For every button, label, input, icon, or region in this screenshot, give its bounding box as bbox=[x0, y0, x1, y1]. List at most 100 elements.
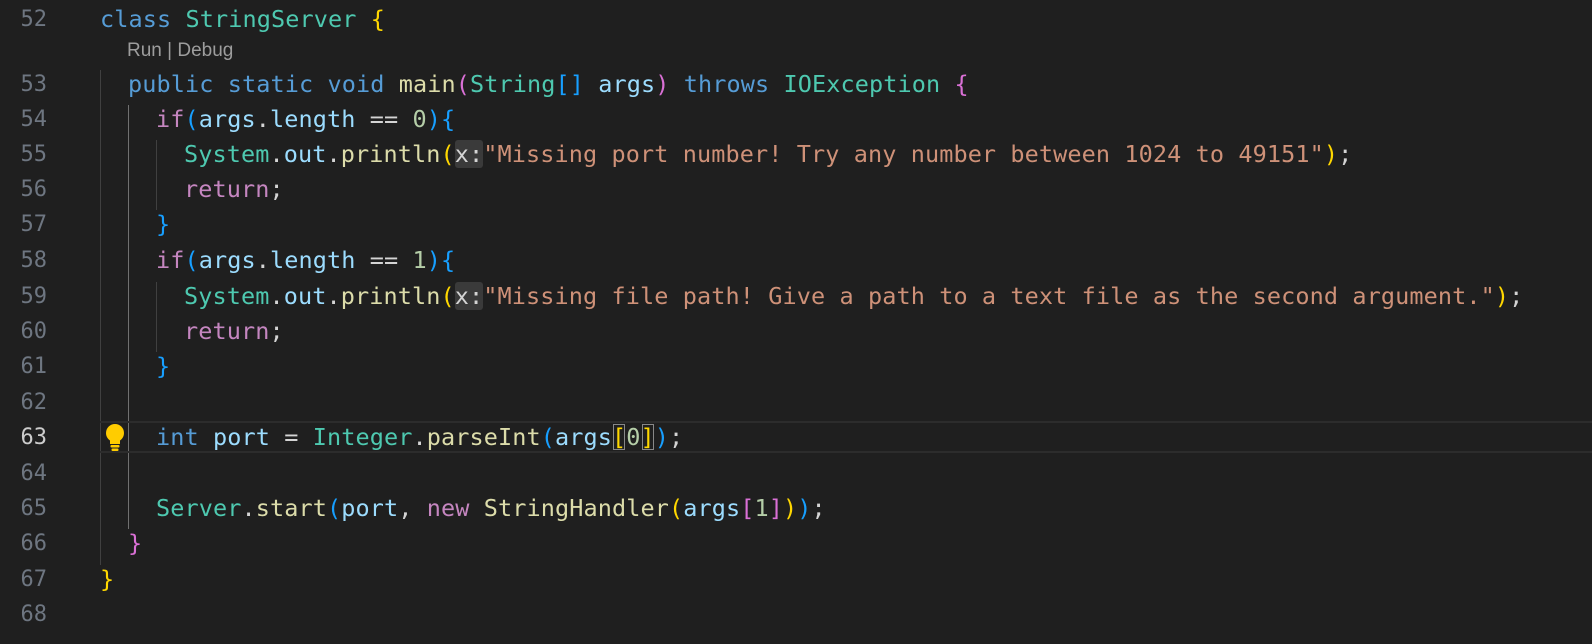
paren: ) bbox=[655, 70, 670, 98]
class-ref: System bbox=[184, 282, 270, 310]
paren: ( bbox=[184, 246, 199, 274]
type-name: String bbox=[470, 70, 556, 98]
line-number: 58 bbox=[20, 248, 48, 273]
keyword-throws: throws bbox=[683, 70, 770, 98]
field: out bbox=[283, 140, 327, 168]
keyword-return: return bbox=[184, 175, 270, 203]
paren: ) bbox=[654, 423, 669, 451]
dot: . bbox=[269, 282, 284, 310]
paren: ) bbox=[426, 105, 441, 133]
dot: . bbox=[255, 105, 270, 133]
code-line-63-active[interactable]: 63 int port = Integer.parseInt(args[0]); bbox=[0, 420, 1592, 455]
code-line-67[interactable]: 67 } bbox=[0, 562, 1592, 597]
paren: ( bbox=[540, 423, 555, 451]
line-number: 54 bbox=[20, 107, 48, 132]
code-line-64[interactable]: 64 bbox=[0, 456, 1592, 491]
variable: port bbox=[213, 423, 270, 451]
variable: port bbox=[341, 494, 399, 522]
paren: ) bbox=[782, 494, 798, 522]
lightbulb-icon[interactable] bbox=[103, 423, 127, 453]
variable: args bbox=[555, 423, 612, 451]
class-name: StringServer bbox=[185, 5, 357, 33]
keyword-void: void bbox=[327, 70, 385, 98]
code-line-52[interactable]: 52 class StringServer { bbox=[0, 2, 1592, 37]
code-line-56[interactable]: 56 return; bbox=[0, 172, 1592, 207]
code-line-62[interactable]: 62 bbox=[0, 385, 1592, 420]
code-line-65[interactable]: 65 Server.start(port, new StringHandler(… bbox=[0, 491, 1592, 526]
codelens-separator: | bbox=[161, 40, 178, 61]
keyword-static: static bbox=[227, 70, 314, 98]
keyword-if: if bbox=[156, 105, 185, 133]
constructor-call: StringHandler bbox=[483, 494, 669, 522]
line-number: 55 bbox=[20, 142, 48, 167]
semicolon: ; bbox=[269, 317, 284, 345]
paren: ( bbox=[668, 494, 684, 522]
debug-codelens-link[interactable]: Debug bbox=[177, 40, 233, 61]
line-number: 52 bbox=[20, 7, 48, 32]
run-codelens-link[interactable]: Run bbox=[127, 40, 162, 61]
line-number: 56 bbox=[20, 177, 48, 202]
paren: ( bbox=[327, 494, 342, 522]
semicolon: ; bbox=[1509, 282, 1524, 310]
method-call: println bbox=[340, 282, 441, 310]
code-line-59[interactable]: 59 System.out.println(x:"Missing file pa… bbox=[0, 279, 1592, 314]
keyword-new: new bbox=[426, 494, 470, 522]
string-literal: "Missing port number! Try any number bet… bbox=[483, 140, 1324, 168]
brace: } bbox=[128, 529, 143, 557]
paren: ( bbox=[440, 282, 455, 310]
line-number: 64 bbox=[20, 461, 48, 486]
dot: . bbox=[326, 140, 341, 168]
brace: } bbox=[156, 210, 171, 238]
method-call: start bbox=[255, 494, 327, 522]
paren: ( bbox=[440, 140, 455, 168]
inlay-hint: x: bbox=[454, 140, 484, 168]
code-line-54[interactable]: 54 if(args.length == 0){ bbox=[0, 102, 1592, 137]
brace: { bbox=[954, 70, 969, 98]
semicolon: ; bbox=[669, 423, 684, 451]
class-ref: Server bbox=[156, 494, 242, 522]
dot: . bbox=[326, 282, 341, 310]
paren: ) bbox=[426, 246, 441, 274]
code-line-57[interactable]: 57 } bbox=[0, 207, 1592, 242]
semicolon: ; bbox=[269, 175, 284, 203]
code-line-58[interactable]: 58 if(args.length == 1){ bbox=[0, 243, 1592, 278]
exception-type: IOException bbox=[783, 70, 941, 98]
code-line-53[interactable]: 53 public static void main(String[] args… bbox=[0, 67, 1592, 102]
bracket: [ bbox=[740, 494, 755, 522]
brace: { bbox=[370, 5, 385, 33]
number: 0 bbox=[626, 423, 641, 451]
comma: , bbox=[398, 494, 427, 522]
line-number: 62 bbox=[20, 390, 48, 415]
parameter-name: args bbox=[598, 70, 656, 98]
line-number: 59 bbox=[20, 284, 48, 309]
method-name: main bbox=[398, 70, 456, 98]
brace: } bbox=[100, 565, 115, 593]
code-line-66[interactable]: 66 } bbox=[0, 526, 1592, 561]
number: 1 bbox=[412, 246, 427, 274]
dot: . bbox=[255, 246, 270, 274]
field: length bbox=[270, 246, 356, 274]
class-ref: Integer bbox=[312, 423, 413, 451]
paren: ( bbox=[184, 105, 199, 133]
paren: ) bbox=[797, 494, 812, 522]
code-editor[interactable]: 52 class StringServer { Run | Debug 53 p… bbox=[0, 0, 1592, 644]
line-number: 68 bbox=[20, 602, 48, 627]
keyword-int: int bbox=[156, 423, 199, 451]
keyword-public: public bbox=[128, 70, 214, 98]
code-line-60[interactable]: 60 return; bbox=[0, 314, 1592, 349]
code-line-55[interactable]: 55 System.out.println(x:"Missing port nu… bbox=[0, 137, 1592, 172]
semicolon: ; bbox=[811, 494, 826, 522]
dot: . bbox=[241, 494, 256, 522]
array-brackets: [] bbox=[555, 70, 584, 98]
variable: args bbox=[683, 494, 741, 522]
codelens: Run | Debug bbox=[127, 40, 233, 62]
code-line-61[interactable]: 61 } bbox=[0, 349, 1592, 384]
field: out bbox=[283, 282, 327, 310]
bracket-match: ] bbox=[640, 423, 655, 451]
line-number: 63 bbox=[20, 425, 48, 450]
code-line-68[interactable]: 68 bbox=[0, 597, 1592, 632]
dot: . bbox=[269, 140, 284, 168]
operator: == bbox=[355, 246, 413, 274]
string-literal: "Missing file path! Give a path to a tex… bbox=[483, 282, 1495, 310]
paren: ( bbox=[455, 70, 470, 98]
